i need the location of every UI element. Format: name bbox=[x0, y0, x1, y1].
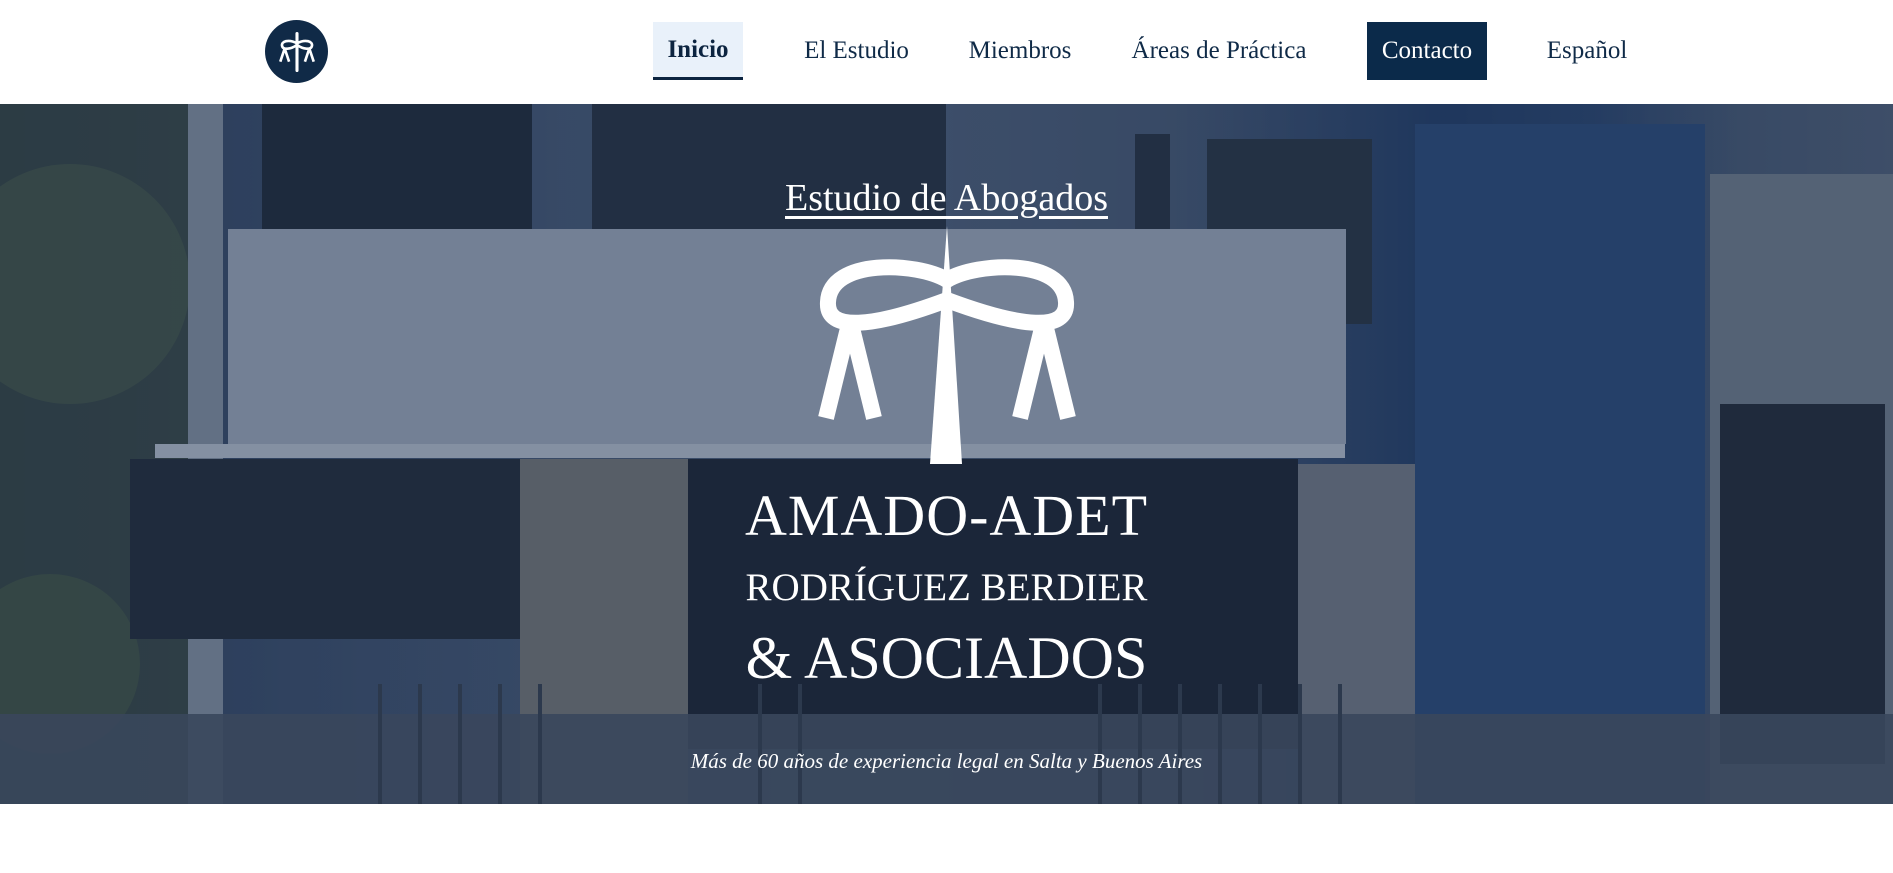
hero-tagline: Más de 60 años de experiencia legal en S… bbox=[690, 749, 1203, 773]
hero-content: Estudio de Abogados AMADO-ADET RODRÍGUEZ… bbox=[0, 104, 1893, 804]
hero-section: Estudio de Abogados AMADO-ADET RODRÍGUEZ… bbox=[0, 104, 1893, 804]
firm-name-line-3: & ASOCIADOS bbox=[745, 625, 1148, 691]
nav-el-estudio[interactable]: El Estudio bbox=[790, 22, 923, 80]
nav-inicio[interactable]: Inicio bbox=[653, 22, 743, 80]
firm-name-line-1: AMADO-ADET bbox=[744, 483, 1149, 548]
nav-contacto-button[interactable]: Contacto bbox=[1367, 22, 1487, 80]
main-nav: Inicio El Estudio Miembros Áreas de Prác… bbox=[0, 22, 1893, 82]
site-header: Inicio El Estudio Miembros Áreas de Prác… bbox=[0, 0, 1893, 104]
firm-name-line-2: RODRÍGUEZ BERDIER bbox=[745, 566, 1148, 609]
nav-miembros[interactable]: Miembros bbox=[958, 22, 1082, 80]
scales-of-justice-icon bbox=[818, 226, 1076, 464]
nav-areas-de-practica[interactable]: Áreas de Práctica bbox=[1122, 22, 1316, 80]
language-selector[interactable]: Español bbox=[1537, 22, 1637, 80]
hero-eyebrow-link[interactable]: Estudio de Abogados bbox=[0, 176, 1893, 220]
